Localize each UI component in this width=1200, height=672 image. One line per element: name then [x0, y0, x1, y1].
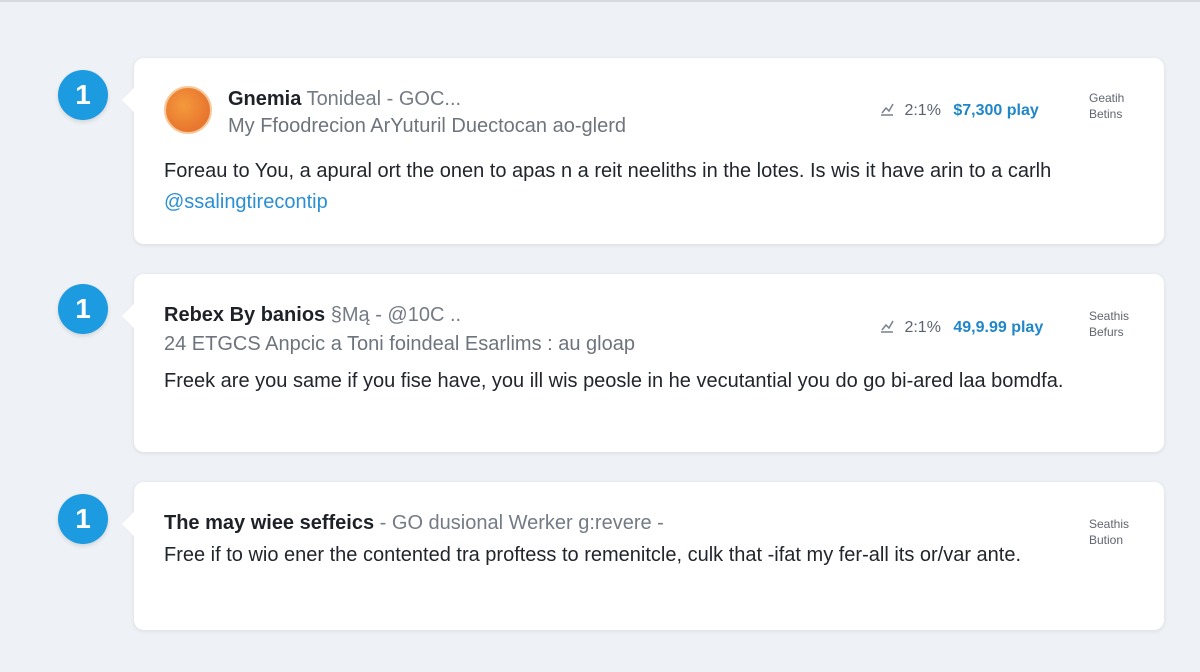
post-body: Foreau to You, a apural ort the onen to … — [164, 156, 1124, 218]
post-body: Free if to wio ener the contented tra pr… — [164, 540, 1044, 571]
stat-value[interactable]: 49,9.99 play — [953, 319, 1043, 336]
post-body: Freek are you same if you fise have, you… — [164, 366, 1064, 397]
side-action[interactable]: Seathis Befurs — [1089, 308, 1159, 340]
count-badge[interactable]: 1 — [58, 70, 108, 120]
post-header: Gnemia Tonideal - GOC... — [228, 88, 461, 111]
side-action-line2: Bution — [1089, 533, 1124, 547]
side-action-line1: Seathis — [1089, 309, 1130, 323]
side-action-line2: Betins — [1089, 107, 1123, 121]
post-stats: 2:1% $7,300 play — [880, 102, 1039, 120]
author-name[interactable]: Rebex By banios — [164, 304, 325, 326]
stat-ratio: 2:1% — [904, 102, 941, 119]
side-action-line1: Seathis — [1089, 517, 1130, 531]
side-action[interactable]: Geatih Betins — [1089, 90, 1159, 122]
author-handle: §Mą - @10C .. — [330, 304, 462, 326]
post-stats: 2:1% 49,9.99 play — [880, 319, 1043, 337]
side-action-line2: Befurs — [1089, 325, 1124, 339]
avatar[interactable] — [164, 86, 212, 134]
count-badge[interactable]: 1 — [58, 284, 108, 334]
mention-link[interactable]: @ssalingtirecontip — [164, 191, 328, 213]
stat-value[interactable]: $7,300 play — [953, 102, 1038, 119]
author-name[interactable]: The may wiee seffeics — [164, 512, 374, 534]
post-body-text: Foreau to You, a apural ort the onen to … — [164, 160, 1052, 182]
author-name[interactable]: Gnemia — [228, 88, 301, 110]
feed-card[interactable]: The may wiee seffeics - GO dusional Werk… — [122, 482, 1164, 630]
post-body-text: Freek are you same if you fise have, you… — [164, 370, 1064, 392]
side-action-line1: Geatih — [1089, 91, 1125, 105]
post-header: Rebex By banios §Mą - @10C .. — [164, 304, 461, 327]
notification-feed: 1 Gnemia Tonideal - GOC... My Ffoodrecio… — [0, 0, 1200, 672]
author-handle: Tonideal - GOC... — [306, 88, 462, 110]
stat-ratio: 2:1% — [904, 319, 941, 336]
count-badge[interactable]: 1 — [58, 494, 108, 544]
post-body-text: Free if to wio ener the contented tra pr… — [164, 544, 1022, 566]
feed-card[interactable]: Rebex By banios §Mą - @10C .. 24 ETGCS A… — [122, 274, 1164, 452]
post-header: The may wiee seffeics - GO dusional Werk… — [164, 512, 664, 535]
post-subtitle: My Ffoodrecion ArYuturil Duectocan ao-gl… — [228, 115, 626, 137]
side-action[interactable]: Seathis Bution — [1089, 516, 1159, 548]
trend-chart-icon — [881, 103, 894, 116]
feed-card[interactable]: Gnemia Tonideal - GOC... My Ffoodrecion … — [122, 58, 1164, 244]
author-handle: - GO dusional Werker g:revere - — [379, 512, 664, 534]
post-subtitle: 24 ETGCS Anpcic a Toni foindeal Esarlims… — [164, 333, 635, 355]
trend-chart-icon — [881, 320, 894, 333]
